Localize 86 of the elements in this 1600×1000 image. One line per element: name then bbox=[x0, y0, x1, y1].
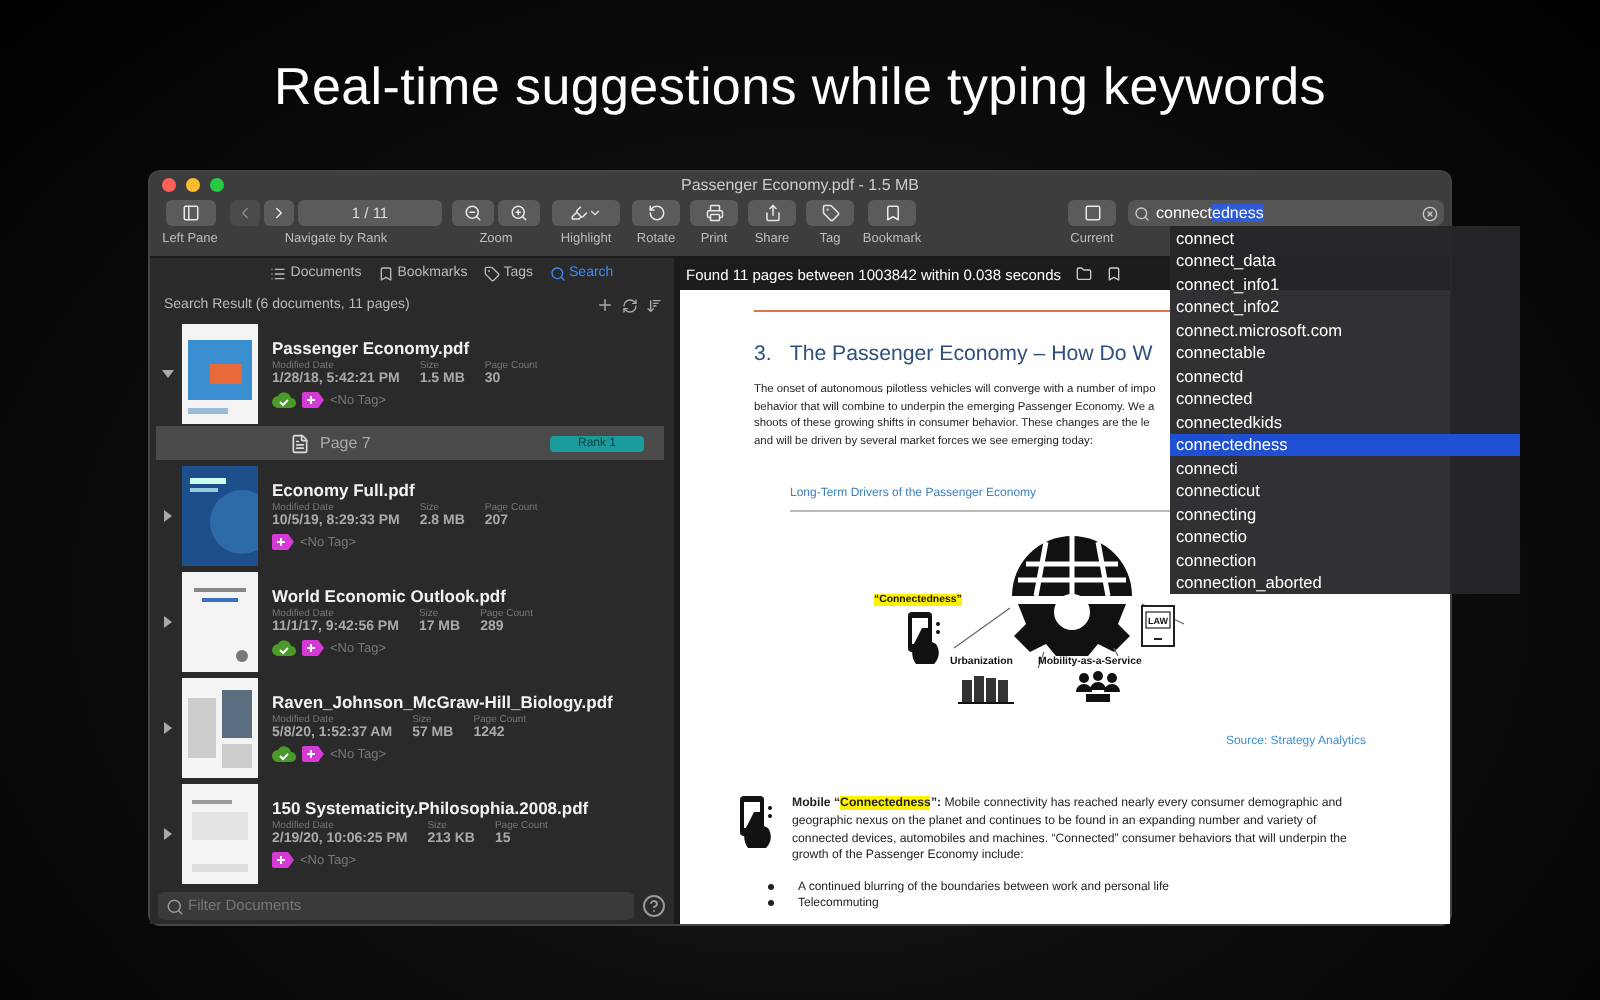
tag-icon bbox=[483, 265, 500, 282]
bookmark-icon bbox=[883, 204, 901, 222]
collapsed-arrow-icon[interactable] bbox=[162, 615, 174, 628]
bullet-icon bbox=[768, 884, 774, 891]
add-tag-icon[interactable] bbox=[302, 640, 324, 657]
add-tag-icon[interactable] bbox=[302, 746, 324, 763]
bookmark-icon bbox=[377, 265, 394, 282]
suggestion-item[interactable]: connect_info2 bbox=[1170, 295, 1520, 318]
search-icon bbox=[549, 265, 566, 282]
collapsed-arrow-icon[interactable] bbox=[162, 721, 174, 734]
zoom-button[interactable] bbox=[210, 178, 224, 192]
search-field[interactable]: connectedness bbox=[1128, 200, 1444, 226]
rotate-button[interactable] bbox=[632, 200, 680, 226]
search-icon bbox=[1134, 205, 1150, 221]
tag-icon bbox=[821, 204, 839, 222]
suggestion-item[interactable]: connected bbox=[1170, 387, 1520, 410]
add-tag-icon[interactable] bbox=[272, 852, 294, 869]
chevron-right-icon bbox=[270, 204, 288, 222]
sort-icon[interactable] bbox=[646, 297, 662, 314]
people-car-icon bbox=[1074, 670, 1122, 707]
add-tag-icon[interactable] bbox=[272, 534, 294, 551]
print-button[interactable] bbox=[690, 200, 738, 226]
suggestion-item[interactable]: connect.microsoft.com bbox=[1170, 318, 1520, 341]
caret-icon bbox=[588, 206, 602, 220]
collapsed-arrow-icon[interactable] bbox=[162, 827, 174, 840]
help-icon[interactable] bbox=[642, 893, 666, 918]
buildings-icon bbox=[958, 672, 1014, 705]
share-icon bbox=[763, 204, 781, 222]
expanded-arrow-icon[interactable] bbox=[162, 367, 174, 380]
zoom-in-icon bbox=[510, 204, 528, 222]
page-label: Page 7 bbox=[320, 434, 373, 453]
chevron-left-icon bbox=[236, 204, 254, 222]
refresh-icon[interactable] bbox=[622, 297, 638, 314]
bookmark-icon[interactable] bbox=[1105, 266, 1122, 282]
suggestion-item[interactable]: connectio bbox=[1170, 525, 1520, 548]
close-button[interactable] bbox=[162, 178, 176, 192]
marker-icon bbox=[570, 204, 588, 222]
document-name: World Economic Outlook.pdf bbox=[272, 586, 508, 607]
search-icon bbox=[166, 897, 184, 916]
clear-icon[interactable] bbox=[1422, 205, 1438, 221]
printer-icon bbox=[705, 204, 723, 222]
suggestion-item[interactable]: connectedness bbox=[1170, 433, 1520, 456]
current-button[interactable] bbox=[1068, 200, 1116, 226]
page-heading: The Passenger Economy – How Do W bbox=[789, 342, 1153, 366]
list-icon bbox=[270, 265, 287, 282]
square-icon bbox=[1083, 204, 1101, 222]
tag-button[interactable] bbox=[806, 200, 854, 226]
suggestion-item[interactable]: connection_aborted bbox=[1170, 571, 1520, 594]
suggestion-item[interactable]: connecti bbox=[1170, 456, 1520, 479]
zoom-in-button[interactable] bbox=[498, 200, 540, 226]
document-name: Raven_Johnson_McGraw-Hill_Biology.pdf bbox=[272, 692, 613, 713]
document-name: Economy Full.pdf bbox=[272, 480, 417, 501]
cloud-check-icon bbox=[272, 640, 296, 657]
cloud-check-icon bbox=[272, 392, 296, 409]
bullet-icon bbox=[768, 900, 774, 907]
suggestion-item[interactable]: connectedkids bbox=[1170, 410, 1520, 433]
plus-icon[interactable] bbox=[596, 296, 614, 315]
collapsed-arrow-icon[interactable] bbox=[162, 509, 174, 522]
sidebar-icon bbox=[181, 204, 199, 222]
heading-number: 3. bbox=[754, 342, 772, 366]
rotate-icon bbox=[647, 204, 665, 222]
document-name: Passenger Economy.pdf bbox=[272, 338, 472, 359]
zoom-out-icon bbox=[464, 204, 482, 222]
bookmark-button[interactable] bbox=[868, 200, 916, 226]
folder-icon[interactable] bbox=[1075, 266, 1092, 282]
law-book-icon bbox=[1140, 604, 1176, 649]
headline: Real-time suggestions while typing keywords bbox=[272, 53, 1328, 119]
next-button[interactable] bbox=[264, 200, 294, 226]
suggestion-item[interactable]: connection bbox=[1170, 548, 1520, 571]
left-pane-button[interactable] bbox=[165, 200, 215, 226]
suggestion-item[interactable]: connect bbox=[1170, 226, 1520, 249]
suggestion-item[interactable]: connecticut bbox=[1170, 479, 1520, 502]
suggestion-item[interactable]: connectable bbox=[1170, 341, 1520, 364]
suggestion-item[interactable]: connectd bbox=[1170, 364, 1520, 387]
document-name: 150 Systematicity.Philosophia.2008.pdf bbox=[272, 798, 589, 819]
suggestion-item[interactable]: connecting bbox=[1170, 502, 1520, 525]
zoom-out-button[interactable] bbox=[452, 200, 494, 226]
suggestion-item[interactable]: connect_info1 bbox=[1170, 272, 1520, 295]
highlight-button[interactable] bbox=[552, 200, 620, 226]
window-title: Passenger Economy.pdf - 1.5 MB bbox=[680, 175, 920, 193]
minimize-button[interactable] bbox=[186, 178, 200, 192]
suggestion-item[interactable]: connect_data bbox=[1170, 249, 1520, 272]
page-icon bbox=[290, 433, 310, 454]
share-button[interactable] bbox=[748, 200, 796, 226]
cloud-check-icon bbox=[272, 746, 296, 763]
add-tag-icon[interactable] bbox=[302, 392, 324, 409]
